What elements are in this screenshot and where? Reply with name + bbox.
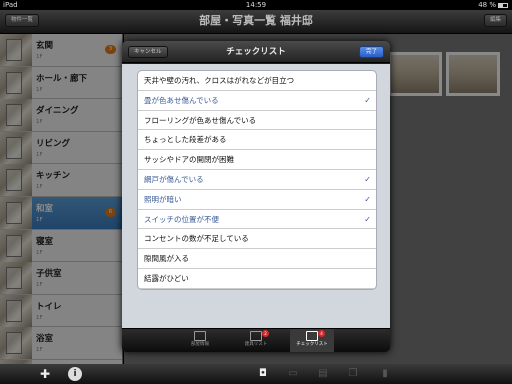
checklist-item-label: スイッチの位置が不便 [144,214,219,224]
add-icon[interactable]: ✚ [38,367,52,381]
info-icon[interactable]: i [68,367,82,381]
tab-fittings-list[interactable]: 建具リスト 2 [234,329,278,352]
checklist-item[interactable]: 畳が色あせ傷んでいる ✓ [138,91,376,111]
battery-icon [498,2,508,8]
tab-label: 建具リスト [244,342,268,347]
checkmark-icon: ✓ [364,214,371,224]
tab-badge: 4 [318,330,325,337]
checklist-icon [306,331,318,341]
tab-badge: 2 [262,330,269,337]
fittings-list-icon [250,331,262,341]
checklist-item[interactable]: 結露がひどい [138,269,376,289]
memo-icon[interactable]: ▤ [316,367,330,381]
checklist-item-label: 結露がひどい [144,273,189,283]
battery-indicator: 48 % [478,0,508,10]
checklist-item-label: フローリングが色あせ傷んでいる [144,115,257,125]
checkmark-icon: ✓ [364,174,371,184]
checklist-item-label: 網戸が傷んでいる [144,174,204,184]
nav-bar: 物件一覧 部屋・写真一覧 福井邸 編集 [0,10,512,34]
checklist-item-label: 照明が暗い [144,194,182,204]
checklist-item[interactable]: 天井や壁の汚れ、クロスはがれなどが目立つ [138,71,376,91]
checklist-item[interactable]: ちょっとした段差がある [138,130,376,151]
checklist-item[interactable]: サッシやドアの開閉が困難 [138,150,376,170]
checkmark-icon: ✓ [364,95,371,105]
image-icon[interactable]: ▭ [286,367,300,381]
edit-button[interactable]: 編集 [483,14,507,27]
checklist-item-label: 畳が色あせ傷んでいる [144,95,219,105]
checklist-item-label: ちょっとした段差がある [144,135,227,145]
checklist-item[interactable]: 隙間風が入る [138,249,376,269]
modal-tab-bar: 部屋情報 建具リスト 2 チェックリスト 4 [122,328,390,352]
checklist-item-label: 隙間風が入る [144,254,189,264]
status-bar: iPad 14:59 48 % [0,0,512,10]
checklist-item[interactable]: コンセントの数が不足している [138,229,376,250]
page-title: 部屋・写真一覧 福井邸 [199,14,313,27]
modal-title: チェックリスト [226,47,286,57]
room-info-icon [194,331,206,341]
checklist-scroll[interactable]: 天井や壁の汚れ、クロスはがれなどが目立つ 畳が色あせ傷んでいる ✓ フローリングが色あ… [122,64,390,328]
tab-label: 部屋情報 [191,342,209,347]
trash-icon[interactable]: ▮ [378,367,392,381]
checklist-item[interactable]: フローリングが色あせ傷んでいる [138,111,376,131]
tab-room-info[interactable]: 部屋情報 [178,329,222,352]
modal-header: キャンセル チェックリスト 完了 [122,41,390,63]
tab-label: チェックリスト [296,342,328,347]
tab-checklist[interactable]: チェックリスト 4 [290,329,334,352]
checklist-item-label: サッシやドアの開閉が困難 [144,155,234,165]
checklist-item[interactable]: 照明が暗い ✓ [138,190,376,210]
done-button[interactable]: 完了 [358,46,384,58]
camera-icon[interactable]: ◘ [256,367,270,381]
checklist-item-label: コンセントの数が不足している [144,234,249,244]
bottom-toolbar: ✚ i ◘ ▭ ▤ ❐ ▮ [0,364,512,384]
checklist-item[interactable]: 網戸が傷んでいる ✓ [138,170,376,190]
checklist: 天井や壁の汚れ、クロスはがれなどが目立つ 畳が色あせ傷んでいる ✓ フローリングが色あ… [137,70,377,290]
checklist-modal: キャンセル チェックリスト 完了 天井や壁の汚れ、クロスはがれなどが目立つ 畳が色… [122,41,390,352]
checklist-item-label: 天井や壁の汚れ、クロスはがれなどが目立つ [144,76,295,85]
checkmark-icon: ✓ [364,194,371,204]
status-time: 14:59 [245,1,267,9]
checklist-item[interactable]: スイッチの位置が不便 ✓ [138,210,376,230]
battery-percent: 48 % [478,1,496,9]
copy-icon[interactable]: ❐ [346,367,360,381]
